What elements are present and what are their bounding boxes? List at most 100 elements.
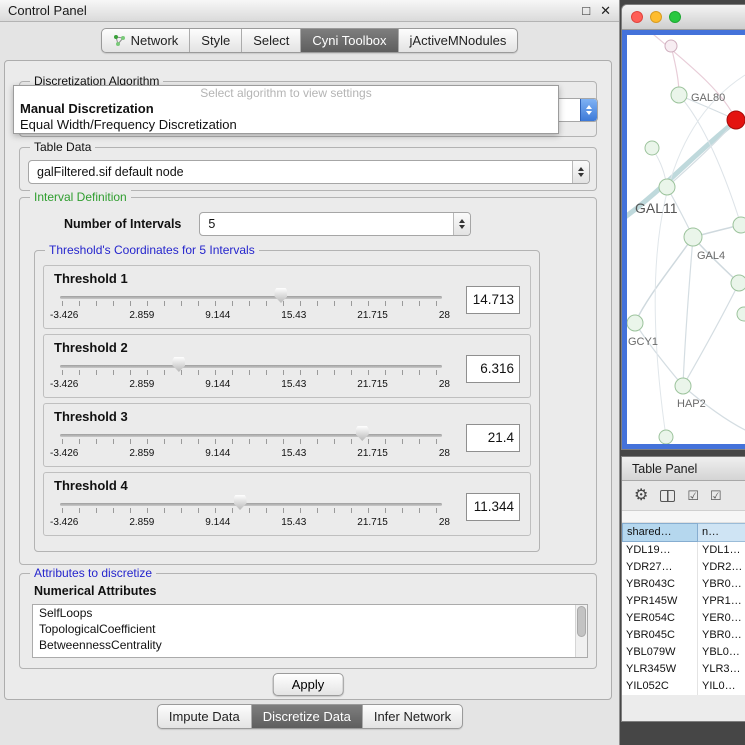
top-tab-bar: Network Style Select Cyni Toolbox jActiv…: [0, 22, 619, 58]
combo-stepper-icon[interactable]: [572, 161, 589, 183]
scale-tick-label: -3.426: [50, 448, 78, 459]
table-data-combobox[interactable]: galFiltered.sif default node: [28, 160, 590, 184]
tab-network-label: Network: [131, 33, 179, 48]
network-node-red-selected[interactable]: [727, 111, 745, 129]
threshold-3-slider[interactable]: [60, 426, 442, 444]
control-panel-window: Control Panel □ ✕ Network Style Select C…: [0, 0, 620, 745]
table-row[interactable]: YER054CYER0…: [622, 610, 745, 627]
threshold-2-slider[interactable]: [60, 357, 442, 375]
list-item-selfloops[interactable]: SelfLoops: [33, 605, 587, 621]
number-of-intervals-label: Number of Intervals: [64, 217, 181, 231]
attributes-group-title: Attributes to discretize: [30, 566, 156, 580]
network-node-gal4[interactable]: [684, 228, 702, 246]
scale-tick-label: 9.144: [205, 310, 230, 321]
network-frame: GAL80 GAL11 GAL4 GCY1 HAP2: [622, 30, 745, 449]
table-header-row: shared… n…: [622, 523, 745, 542]
threshold-1-label: Threshold 1: [54, 271, 128, 286]
tab-infer-network[interactable]: Infer Network: [362, 705, 462, 728]
table-row[interactable]: YBL079WYBL0…: [622, 644, 745, 661]
popup-option-manual-discretization[interactable]: Manual Discretization: [14, 101, 558, 117]
node-label-gal80: GAL80: [691, 92, 725, 104]
table-row[interactable]: YBR043CYBR0…: [622, 576, 745, 593]
table-row[interactable]: YPR145WYPR1…: [622, 593, 745, 610]
column-header-name[interactable]: n…: [698, 523, 745, 542]
threshold-1-slider[interactable]: [60, 288, 442, 306]
table-row[interactable]: YBR045CYBR0…: [622, 627, 745, 644]
apply-button[interactable]: Apply: [273, 673, 344, 696]
table-filter-row: [622, 511, 745, 523]
list-scrollbar[interactable]: [575, 605, 587, 657]
table-row[interactable]: YDR27…YDR2…: [622, 559, 745, 576]
slider-scale: -3.426 2.859 9.144 15.43 21.715 28: [50, 310, 450, 321]
tab-cyni-toolbox[interactable]: Cyni Toolbox: [300, 29, 397, 52]
network-node-gcy1[interactable]: [627, 315, 643, 331]
threshold-4-slider[interactable]: [60, 495, 442, 513]
scale-tick-label: 21.715: [357, 310, 388, 321]
tab-discretize-data[interactable]: Discretize Data: [251, 705, 362, 728]
threshold-3-value-field[interactable]: 21.4: [466, 424, 520, 452]
minimize-traffic-light-icon[interactable]: [650, 11, 662, 23]
table-row[interactable]: YLR345WYLR3…: [622, 661, 745, 678]
attributes-group: Attributes to discretize Numerical Attri…: [19, 573, 597, 669]
interval-definition-group: Interval Definition Number of Intervals …: [19, 197, 597, 565]
slider-track: [60, 365, 442, 368]
slider-scale: -3.426 2.859 9.144 15.43 21.715 28: [50, 379, 450, 390]
slider-ticks: [62, 508, 440, 513]
number-of-intervals-value: 5: [200, 213, 453, 235]
interval-definition-group-title: Interval Definition: [30, 190, 131, 204]
scrollbar-thumb[interactable]: [577, 606, 586, 637]
checkbox-icon[interactable]: ☑: [687, 489, 698, 502]
tab-jactivemnodules[interactable]: jActiveMNodules: [398, 29, 518, 52]
scale-tick-label: 2.859: [129, 379, 154, 390]
threshold-4-value-field[interactable]: 11.344: [466, 493, 520, 521]
scale-tick-label: 9.144: [205, 448, 230, 459]
float-window-icon[interactable]: □: [582, 3, 590, 19]
slider-ticks: [62, 301, 440, 306]
network-node[interactable]: [733, 217, 745, 233]
close-icon[interactable]: ✕: [600, 3, 611, 19]
list-item-betweennesscentrality[interactable]: BetweennessCentrality: [33, 637, 587, 653]
numerical-attributes-list[interactable]: SelfLoops TopologicalCoefficient Between…: [32, 604, 588, 658]
tab-impute-data[interactable]: Impute Data: [158, 705, 251, 728]
popup-option-equal-width-frequency[interactable]: Equal Width/Frequency Discretization: [14, 117, 558, 133]
tab-select[interactable]: Select: [241, 29, 300, 52]
threshold-4-panel: Threshold 4 -3.426 2.859 9.144 15.43 21.…: [43, 472, 531, 536]
network-node[interactable]: [731, 275, 745, 291]
table-data-combobox-value: galFiltered.sif default node: [29, 161, 572, 183]
checkbox-icon[interactable]: ☑: [710, 489, 721, 502]
list-item-topologicalcoefficient[interactable]: TopologicalCoefficient: [33, 621, 587, 637]
network-node[interactable]: [665, 40, 677, 52]
table-panel-toolbar: ⚙ ☑ ☑: [622, 481, 745, 511]
network-node[interactable]: [659, 430, 673, 444]
network-window-titlebar: [622, 5, 745, 30]
threshold-3-label: Threshold 3: [54, 409, 128, 424]
column-header-shared-name[interactable]: shared…: [622, 523, 698, 542]
table-row[interactable]: YDL19…YDL1…: [622, 542, 745, 559]
network-node[interactable]: [737, 307, 745, 321]
columns-icon[interactable]: [660, 490, 675, 502]
network-node-gal11[interactable]: [659, 179, 675, 195]
node-label-gal11: GAL11: [635, 200, 678, 216]
table-row[interactable]: YIL052CYIL0…: [622, 678, 745, 695]
scale-tick-label: 15.43: [281, 517, 306, 528]
threshold-3-panel: Threshold 3 -3.426 2.859 9.144 15.43 21.…: [43, 403, 531, 467]
scale-tick-label: 9.144: [205, 379, 230, 390]
combo-stepper-icon[interactable]: [580, 99, 597, 121]
tab-network[interactable]: Network: [102, 29, 190, 52]
number-of-intervals-combobox[interactable]: 5: [199, 212, 471, 236]
scale-tick-label: 9.144: [205, 517, 230, 528]
network-node[interactable]: [645, 141, 659, 155]
scale-tick-label: 21.715: [357, 379, 388, 390]
table-body: YDL19…YDL1… YDR27…YDR2… YBR043CYBR0… YPR…: [622, 542, 745, 695]
zoom-traffic-light-icon[interactable]: [669, 11, 681, 23]
close-traffic-light-icon[interactable]: [631, 11, 643, 23]
network-canvas[interactable]: GAL80 GAL11 GAL4 GCY1 HAP2: [627, 35, 745, 444]
gear-icon[interactable]: ⚙: [634, 488, 648, 504]
tab-style[interactable]: Style: [189, 29, 241, 52]
threshold-2-value-field[interactable]: 6.316: [466, 355, 520, 383]
combo-stepper-icon[interactable]: [453, 213, 470, 235]
network-node-hap2[interactable]: [675, 378, 691, 394]
threshold-1-value-field[interactable]: 14.713: [466, 286, 520, 314]
network-icon: [113, 34, 126, 47]
network-node-gal80[interactable]: [671, 87, 687, 103]
